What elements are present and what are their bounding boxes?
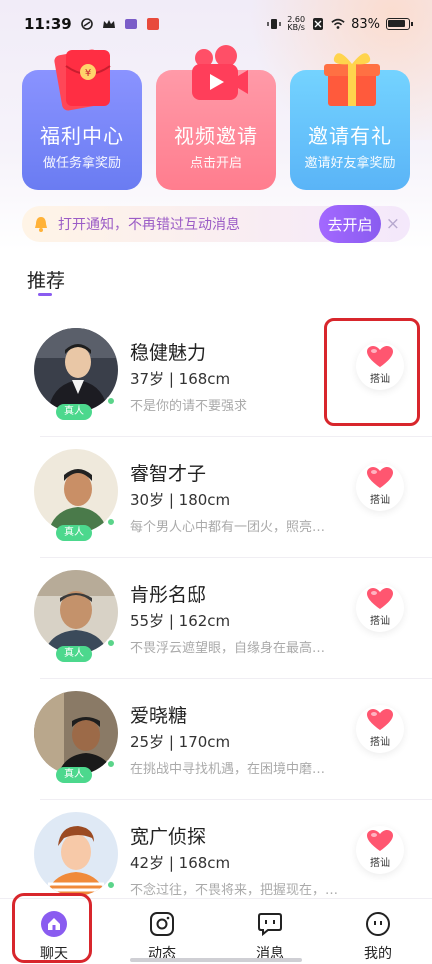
battery-percent: 83% bbox=[351, 16, 380, 32]
avatar[interactable]: 真人 bbox=[34, 449, 118, 541]
camera-icon bbox=[150, 912, 174, 936]
user-signature: 在挑战中寻找机遇，在困境中磨… bbox=[130, 762, 326, 777]
notification-banner: 打开通知，不再错过互动消息 去开启 × bbox=[22, 205, 410, 243]
nav-item-messages[interactable]: 消息 bbox=[216, 899, 324, 964]
no-sim-icon bbox=[313, 18, 324, 30]
nav-item-moments[interactable]: 动态 bbox=[108, 899, 216, 964]
tab-recommend[interactable]: 推荐 bbox=[27, 266, 65, 293]
user-meta: 37岁 | 168cm bbox=[130, 370, 231, 388]
user-name: 肯彤名邸 bbox=[130, 584, 207, 606]
avatar[interactable]: 真人 bbox=[34, 691, 118, 783]
nav-item-profile[interactable]: 我的 bbox=[324, 899, 432, 964]
list-item[interactable]: 真人 爱晓糖 25岁 | 170cm 在挑战中寻找机遇，在困境中磨… 搭讪 bbox=[0, 679, 432, 800]
user-name: 爱晓糖 bbox=[130, 705, 188, 727]
bell-icon bbox=[35, 217, 47, 232]
crown-icon bbox=[102, 20, 115, 28]
online-status-dot bbox=[106, 759, 116, 769]
battery-icon bbox=[386, 18, 413, 30]
user-meta: 30岁 | 180cm bbox=[130, 491, 231, 509]
heart-icon bbox=[367, 709, 393, 730]
online-status-dot bbox=[106, 638, 116, 648]
card-subtitle: 点击开启 bbox=[189, 156, 242, 171]
gift-box-icon bbox=[324, 53, 380, 106]
message-icon bbox=[258, 913, 282, 937]
real-person-badge: 真人 bbox=[56, 404, 92, 420]
home-indicator bbox=[130, 958, 302, 962]
heart-icon bbox=[367, 467, 393, 488]
net-speed: 2.60 KB/s bbox=[287, 16, 305, 32]
greet-button[interactable]: 搭讪 bbox=[356, 463, 404, 511]
greet-button[interactable]: 搭讪 bbox=[356, 705, 404, 753]
avatar[interactable]: 真人 bbox=[34, 328, 118, 420]
wifi-icon bbox=[331, 18, 345, 29]
card-subtitle: 邀请好友拿奖励 bbox=[304, 156, 396, 171]
card-subtitle: 做任务拿奖励 bbox=[42, 156, 121, 171]
greet-button[interactable]: 搭讪 bbox=[356, 584, 404, 632]
welfare-center-card[interactable]: ¥ 福利中心 做任务拿奖励 bbox=[22, 49, 142, 190]
svg-text:¥: ¥ bbox=[85, 68, 91, 79]
heart-icon bbox=[367, 588, 393, 609]
invite-gift-card[interactable]: 邀请有礼 邀请好友拿奖励 bbox=[290, 53, 410, 190]
user-meta: 42岁 | 168cm bbox=[130, 854, 231, 872]
real-person-badge: 真人 bbox=[56, 767, 92, 783]
greet-label: 搭讪 bbox=[370, 737, 390, 748]
avatar[interactable] bbox=[34, 812, 118, 896]
greet-highlight-box bbox=[324, 318, 420, 426]
user-signature: 不畏浮云遮望眼，自缘身在最高… bbox=[130, 641, 326, 656]
video-camera-icon bbox=[192, 45, 248, 100]
greet-label: 搭讪 bbox=[370, 858, 390, 869]
tab-indicator bbox=[38, 293, 52, 296]
online-status-dot bbox=[106, 880, 116, 890]
user-signature: 不念过往，不畏将来，把握现在，… bbox=[130, 883, 339, 898]
app-badge-icon bbox=[146, 18, 159, 30]
card-title: 视频邀请 bbox=[174, 124, 258, 148]
real-person-badge: 真人 bbox=[56, 646, 92, 662]
card-title: 邀请有礼 bbox=[308, 124, 392, 148]
video-invite-card[interactable]: 视频邀请 点击开启 bbox=[156, 45, 276, 190]
close-icon[interactable]: × bbox=[386, 214, 400, 234]
status-time: 11:39 bbox=[24, 15, 72, 33]
online-status-dot bbox=[106, 396, 116, 406]
status-bar: 11:39 2.60 KB/s 83% bbox=[0, 0, 432, 48]
greet-button[interactable]: 搭讪 bbox=[356, 826, 404, 874]
user-meta: 55岁 | 162cm bbox=[130, 612, 231, 630]
nav-highlight-box bbox=[12, 893, 92, 963]
nav-label: 我的 bbox=[364, 946, 392, 962]
card-title: 福利中心 bbox=[40, 124, 124, 148]
user-name: 稳健魅力 bbox=[130, 342, 207, 364]
heart-icon bbox=[367, 830, 393, 851]
notification-text: 打开通知，不再错过互动消息 bbox=[58, 217, 240, 233]
user-name: 睿智才子 bbox=[130, 463, 207, 485]
app-notification-icon bbox=[80, 18, 93, 30]
user-signature: 每个男人心中都有一团火，照亮… bbox=[130, 520, 326, 535]
greet-label: 搭讪 bbox=[370, 616, 390, 627]
real-person-badge: 真人 bbox=[56, 525, 92, 541]
user-name: 宽广侦探 bbox=[130, 826, 207, 848]
list-item[interactable]: 真人 睿智才子 30岁 | 180cm 每个男人心中都有一团火，照亮… 搭讪 bbox=[0, 437, 432, 558]
online-status-dot bbox=[106, 517, 116, 527]
user-meta: 25岁 | 170cm bbox=[130, 733, 231, 751]
message-notification-icon bbox=[124, 19, 137, 29]
enable-notification-button[interactable]: 去开启 bbox=[319, 205, 381, 243]
profile-icon bbox=[366, 912, 390, 936]
red-envelope-icon: ¥ bbox=[54, 49, 111, 111]
list-item[interactable]: 真人 肯彤名邸 55岁 | 162cm 不畏浮云遮望眼，自缘身在最高… 搭讪 bbox=[0, 558, 432, 679]
vibrate-icon bbox=[267, 19, 281, 29]
user-signature: 不是你的请不要强求 bbox=[130, 399, 248, 414]
avatar[interactable]: 真人 bbox=[34, 570, 118, 662]
net-speed-unit: KB/s bbox=[287, 23, 305, 32]
greet-label: 搭讪 bbox=[370, 495, 390, 506]
